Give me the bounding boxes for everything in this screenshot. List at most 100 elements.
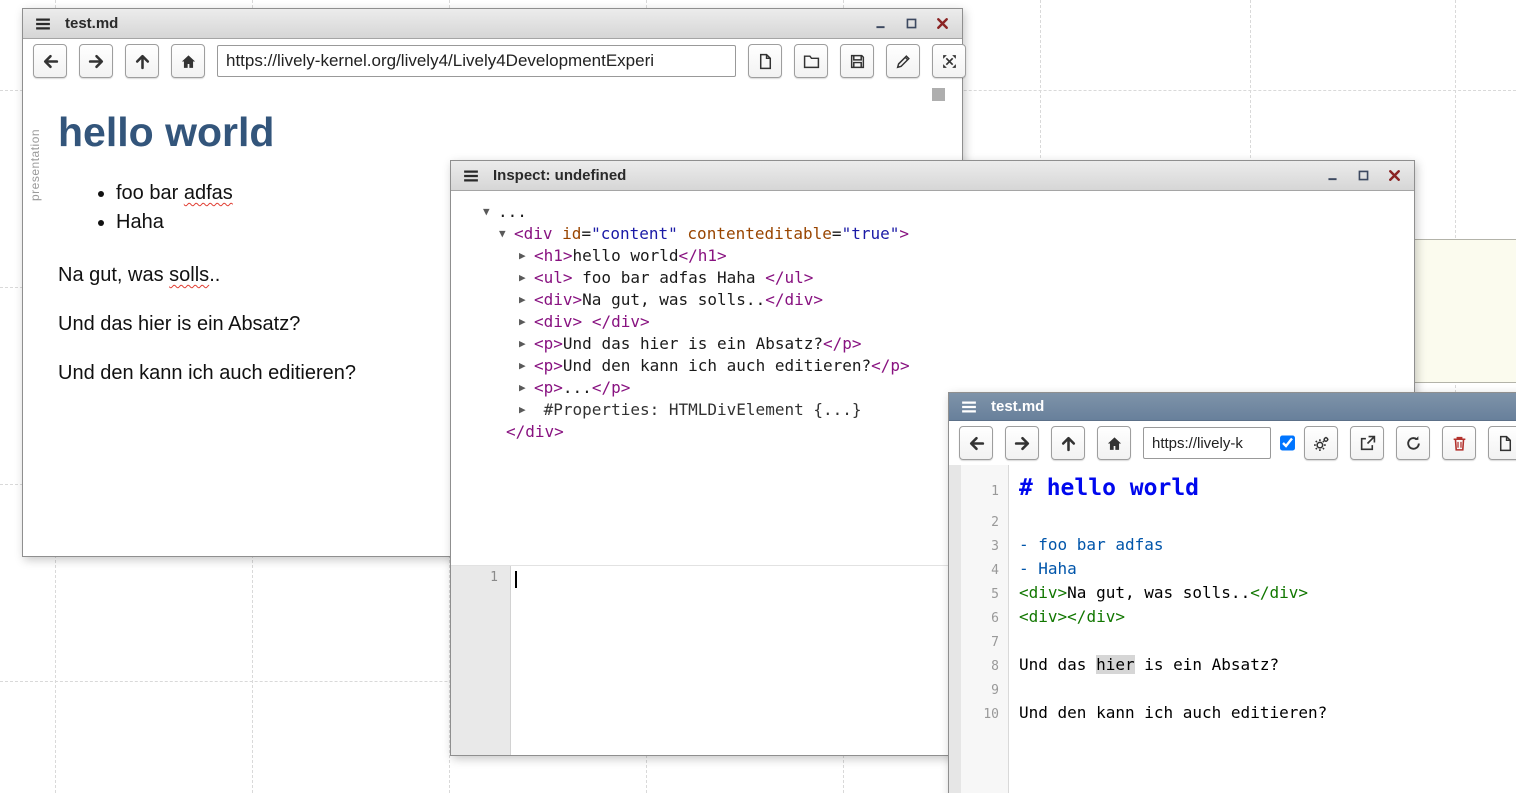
tree-token: </div> <box>506 422 564 441</box>
maximize-icon <box>1357 169 1370 182</box>
line-number: 1 <box>490 570 498 585</box>
code-token: is ein Absatz? <box>1135 655 1280 674</box>
maximize-button[interactable] <box>1353 166 1373 186</box>
browse-folder-button[interactable] <box>794 44 828 78</box>
code-token: - foo bar adfas <box>1019 535 1164 554</box>
url-input[interactable] <box>1143 427 1271 459</box>
maximize-icon <box>905 17 918 30</box>
resize-handle[interactable] <box>932 88 945 101</box>
new-file-button[interactable] <box>1488 426 1516 460</box>
code-token: Und das <box>1019 655 1096 674</box>
dom-tree-node[interactable]: ▼... <box>451 201 1414 223</box>
minimize-button[interactable] <box>1322 166 1342 186</box>
window-title: test.md <box>65 15 118 32</box>
code-text[interactable]: Und das hier is ein Absatz? <box>1009 654 1516 676</box>
dom-tree-node[interactable]: ▶<p>Und das hier is ein Absatz?</p> <box>451 333 1414 355</box>
forward-button[interactable] <box>1005 426 1039 460</box>
tree-token: Und den kann ich auch editieren? <box>563 356 871 375</box>
tree-token <box>678 224 688 243</box>
dom-tree-node[interactable]: ▶<h1>hello world</h1> <box>451 245 1414 267</box>
code-editor[interactable]: 1# hello world2 3- foo bar adfas4- Haha5… <box>949 465 1516 793</box>
code-text[interactable]: - Haha <box>1009 558 1516 580</box>
up-icon <box>1060 435 1077 452</box>
editor-line: 1# hello world <box>949 470 1516 510</box>
expand-arrow-icon[interactable]: ▶ <box>519 333 534 355</box>
text-run: Und den kann ich auch editieren? <box>58 362 356 384</box>
editor-line: 4- Haha <box>949 558 1516 582</box>
back-button[interactable] <box>33 44 67 78</box>
home-button[interactable] <box>171 44 205 78</box>
expand-arrow-icon[interactable]: ▼ <box>499 223 514 245</box>
preview-toolbar <box>23 39 962 83</box>
tree-token: <ul> <box>534 268 573 287</box>
close-button[interactable] <box>932 14 952 34</box>
settings-button[interactable] <box>1304 426 1338 460</box>
open-external-button[interactable] <box>1350 426 1384 460</box>
expand-arrow-icon[interactable]: ▶ <box>519 245 534 267</box>
expand-button[interactable] <box>932 44 966 78</box>
new-file-icon <box>757 53 774 70</box>
refresh-button[interactable] <box>1396 426 1430 460</box>
code-text[interactable]: - foo bar adfas <box>1009 534 1516 556</box>
tree-token: </p> <box>871 356 910 375</box>
code-text[interactable]: # hello world <box>1009 470 1516 506</box>
code-text[interactable] <box>1009 630 1516 652</box>
file-buttons <box>748 44 966 78</box>
code-text[interactable]: <div></div> <box>1009 606 1516 628</box>
forward-icon <box>1014 435 1031 452</box>
code-token: </div> <box>1250 583 1308 602</box>
minimize-button[interactable] <box>870 14 890 34</box>
code-text[interactable] <box>1009 510 1516 532</box>
save-button[interactable] <box>840 44 874 78</box>
options-checkbox[interactable] <box>1280 434 1295 452</box>
forward-button[interactable] <box>79 44 113 78</box>
delete-button[interactable] <box>1442 426 1476 460</box>
editor-line: 10Und den kann ich auch editieren? <box>949 702 1516 726</box>
expand-arrow-icon[interactable]: ▶ <box>519 289 534 311</box>
misspelled-word: solls <box>169 264 209 286</box>
preview-titlebar[interactable]: test.md <box>23 9 962 39</box>
dom-tree-node[interactable]: ▶<div> </div> <box>451 311 1414 333</box>
up-icon <box>134 53 151 70</box>
editor-line: 9 <box>949 678 1516 702</box>
code-text[interactable] <box>1009 678 1516 700</box>
home-icon <box>1106 435 1123 452</box>
new-file-button[interactable] <box>748 44 782 78</box>
expand-arrow-icon[interactable]: ▶ <box>519 267 534 289</box>
settings-icon <box>1313 435 1330 452</box>
dom-tree-node[interactable]: ▼<div id="content" contenteditable="true… <box>451 223 1414 245</box>
tree-token: ... <box>498 202 527 221</box>
expand-arrow-icon[interactable]: ▶ <box>519 355 534 377</box>
url-input[interactable] <box>217 45 736 77</box>
tree-token: <div> <box>534 290 582 309</box>
home-button[interactable] <box>1097 426 1131 460</box>
expand-arrow-icon[interactable]: ▶ <box>519 377 534 399</box>
editor-titlebar[interactable]: test.md <box>949 393 1516 421</box>
maximize-button[interactable] <box>901 14 921 34</box>
back-button[interactable] <box>959 426 993 460</box>
inspector-titlebar[interactable]: Inspect: undefined <box>451 161 1414 191</box>
close-icon <box>935 16 950 31</box>
tree-token: = <box>832 224 842 243</box>
close-button[interactable] <box>1384 166 1404 186</box>
edit-button[interactable] <box>886 44 920 78</box>
tree-token: "content" <box>591 224 678 243</box>
tree-token: #Properties: HTMLDivElement {...} <box>534 400 862 419</box>
expand-arrow-icon[interactable]: ▼ <box>483 201 498 223</box>
up-button[interactable] <box>125 44 159 78</box>
expand-arrow-icon[interactable]: ▶ <box>519 399 534 421</box>
window-menu-icon[interactable] <box>461 166 481 186</box>
window-menu-icon[interactable] <box>959 397 979 417</box>
text-run: .. <box>209 264 220 286</box>
code-text[interactable]: <div>Na gut, was solls..</div> <box>1009 582 1516 604</box>
dom-tree-node[interactable]: ▶<div>Na gut, was solls..</div> <box>451 289 1414 311</box>
window-menu-icon[interactable] <box>33 14 53 34</box>
dom-tree-node[interactable]: ▶<p>Und den kann ich auch editieren?</p> <box>451 355 1414 377</box>
line-number: 6 <box>949 608 1009 630</box>
code-text[interactable]: Und den kann ich auch editieren? <box>1009 702 1516 724</box>
expand-arrow-icon[interactable]: ▶ <box>519 311 534 333</box>
tree-token: </p> <box>592 378 631 397</box>
up-button[interactable] <box>1051 426 1085 460</box>
dom-tree-node[interactable]: ▶<ul> foo bar adfas Haha </ul> <box>451 267 1414 289</box>
line-number: 10 <box>949 704 1009 726</box>
